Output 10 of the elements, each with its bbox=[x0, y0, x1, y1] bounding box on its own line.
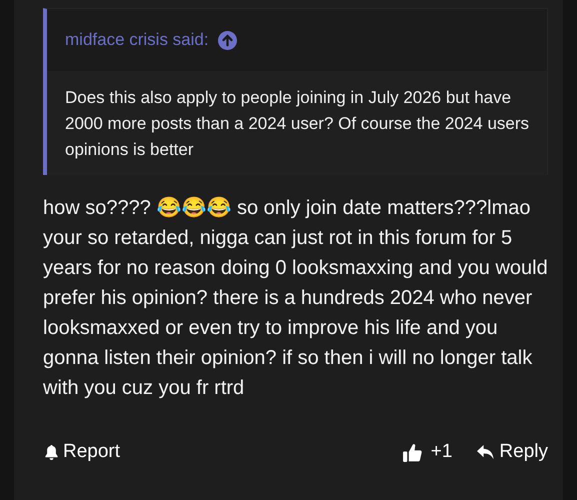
arrow-up-icon[interactable] bbox=[218, 30, 237, 50]
bell-icon bbox=[44, 444, 59, 460]
quote-author[interactable]: midface crisis said: bbox=[65, 30, 209, 50]
like-button[interactable]: +1 bbox=[402, 441, 452, 463]
report-button[interactable]: Report bbox=[44, 441, 120, 463]
quote-text: Does this also apply to people joining in July 2026 but have 2000 more posts than a 2024 user? Of course the 2024 users opinions is better bbox=[65, 87, 529, 161]
post-text: how so???? 😂😂😂 so only join date matters???lmao your so retarded, nigga can just rot in this forum for 5 years for no reason doing 0 looksmaxxing and you would prefer his opinion? there is a hundreds 2024 who never looksmaxxed or even try to improve his life and you gonna listen their opinion? if so then i will no longer talk with you cuz you fr rtrd bbox=[43, 196, 548, 401]
reply-button[interactable]: Reply bbox=[476, 441, 548, 463]
reply-arrow-icon bbox=[476, 444, 496, 460]
thumbs-up-icon bbox=[402, 442, 423, 462]
